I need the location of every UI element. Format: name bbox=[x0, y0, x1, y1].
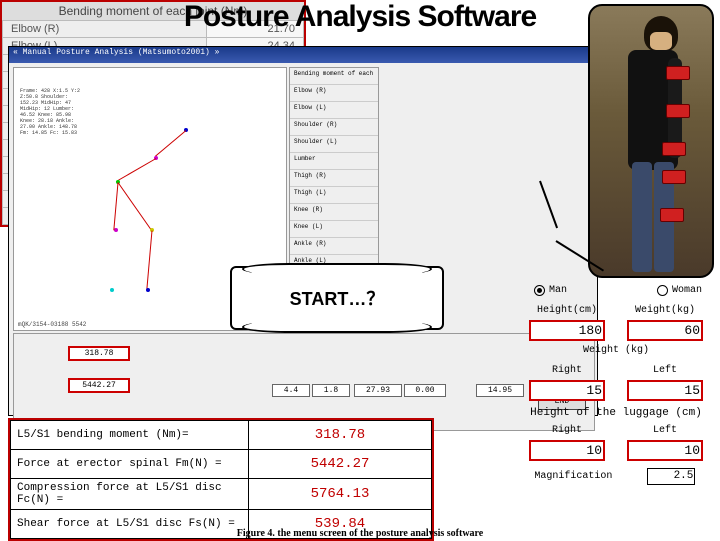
start-label: START…？ bbox=[290, 285, 385, 311]
radio-woman-label: Woman bbox=[672, 285, 702, 296]
luggage-label: Height of the luggage (cm) bbox=[518, 407, 714, 419]
small-val-a: 4.4 bbox=[272, 384, 310, 397]
right-label-1: Right bbox=[518, 365, 616, 376]
radio-man-label: Man bbox=[549, 285, 567, 296]
results-row: L5/S1 bending moment (Nm)=318.78 bbox=[11, 421, 432, 450]
figure-caption: Figure 4. the menu screen of the posture… bbox=[0, 528, 720, 539]
results-row: Compression force at L5/S1 disc Fc(N) =5… bbox=[11, 479, 432, 510]
side-label: Knee (L) bbox=[290, 221, 378, 238]
small-val-c: 27.93 bbox=[354, 384, 402, 397]
small-val-e: 14.95 bbox=[476, 384, 524, 397]
side-label: Elbow (L) bbox=[290, 102, 378, 119]
side-label: Elbow (R) bbox=[290, 85, 378, 102]
radio-man[interactable] bbox=[534, 285, 545, 296]
weight-right-input[interactable]: 15 bbox=[529, 380, 605, 401]
side-label: Lumber bbox=[290, 153, 378, 170]
weight-left-input[interactable]: 15 bbox=[627, 380, 703, 401]
bottom-output-area: 318.78 5442.27 4.4 1.8 27.93 0.00 14.95 bbox=[13, 333, 595, 431]
graph-meta-text: Frame: 428 X:1.5 Y:2 Z:50.8 Shoulder: 15… bbox=[20, 88, 80, 136]
start-callout: START…？ bbox=[230, 266, 444, 330]
results-panel: L5/S1 bending moment (Nm)=318.78Force at… bbox=[8, 418, 434, 541]
output-bending: 318.78 bbox=[68, 346, 130, 361]
side-label: Shoulder (R) bbox=[290, 119, 378, 136]
side-label: Knee (R) bbox=[290, 204, 378, 221]
small-val-b: 1.8 bbox=[312, 384, 350, 397]
luggage-left-input[interactable]: 10 bbox=[627, 440, 703, 461]
height-input[interactable]: 180 bbox=[529, 320, 605, 341]
app-window: « Manual Posture Analysis (Matsumoto2001… bbox=[8, 46, 598, 416]
input-form: Man Woman Height(cm) Weight(kg) 180 60 W… bbox=[518, 280, 714, 486]
results-row: Force at erector spinal Fm(N) =5442.27 bbox=[11, 450, 432, 479]
side-label: Thigh (R) bbox=[290, 170, 378, 187]
output-fm: 5442.27 bbox=[68, 378, 130, 393]
side-label: Thigh (L) bbox=[290, 187, 378, 204]
height-label: Height(cm) bbox=[518, 305, 616, 316]
weight-label: Weight(kg) bbox=[616, 305, 714, 316]
radio-woman[interactable] bbox=[657, 285, 668, 296]
small-val-d: 0.00 bbox=[404, 384, 446, 397]
right-label-2: Right bbox=[518, 425, 616, 436]
subject-photo bbox=[588, 4, 714, 278]
results-table: L5/S1 bending moment (Nm)=318.78Force at… bbox=[10, 420, 432, 539]
weight-kg-label: Weight (kg) bbox=[518, 345, 714, 356]
side-label: Ankle (R) bbox=[290, 238, 378, 255]
graph-footer: mQK/3154-03188 5542 bbox=[18, 321, 86, 328]
side-label: Bending moment of each bbox=[290, 68, 378, 85]
luggage-right-input[interactable]: 10 bbox=[529, 440, 605, 461]
left-label-1: Left bbox=[616, 365, 714, 376]
left-label-2: Left bbox=[616, 425, 714, 436]
weight-input[interactable]: 60 bbox=[627, 320, 703, 341]
magnification-input[interactable]: 2.5 bbox=[647, 468, 695, 485]
side-label: Shoulder (L) bbox=[290, 136, 378, 153]
window-titlebar: « Manual Posture Analysis (Matsumoto2001… bbox=[9, 47, 597, 63]
magnification-label: Magnification bbox=[518, 471, 629, 482]
